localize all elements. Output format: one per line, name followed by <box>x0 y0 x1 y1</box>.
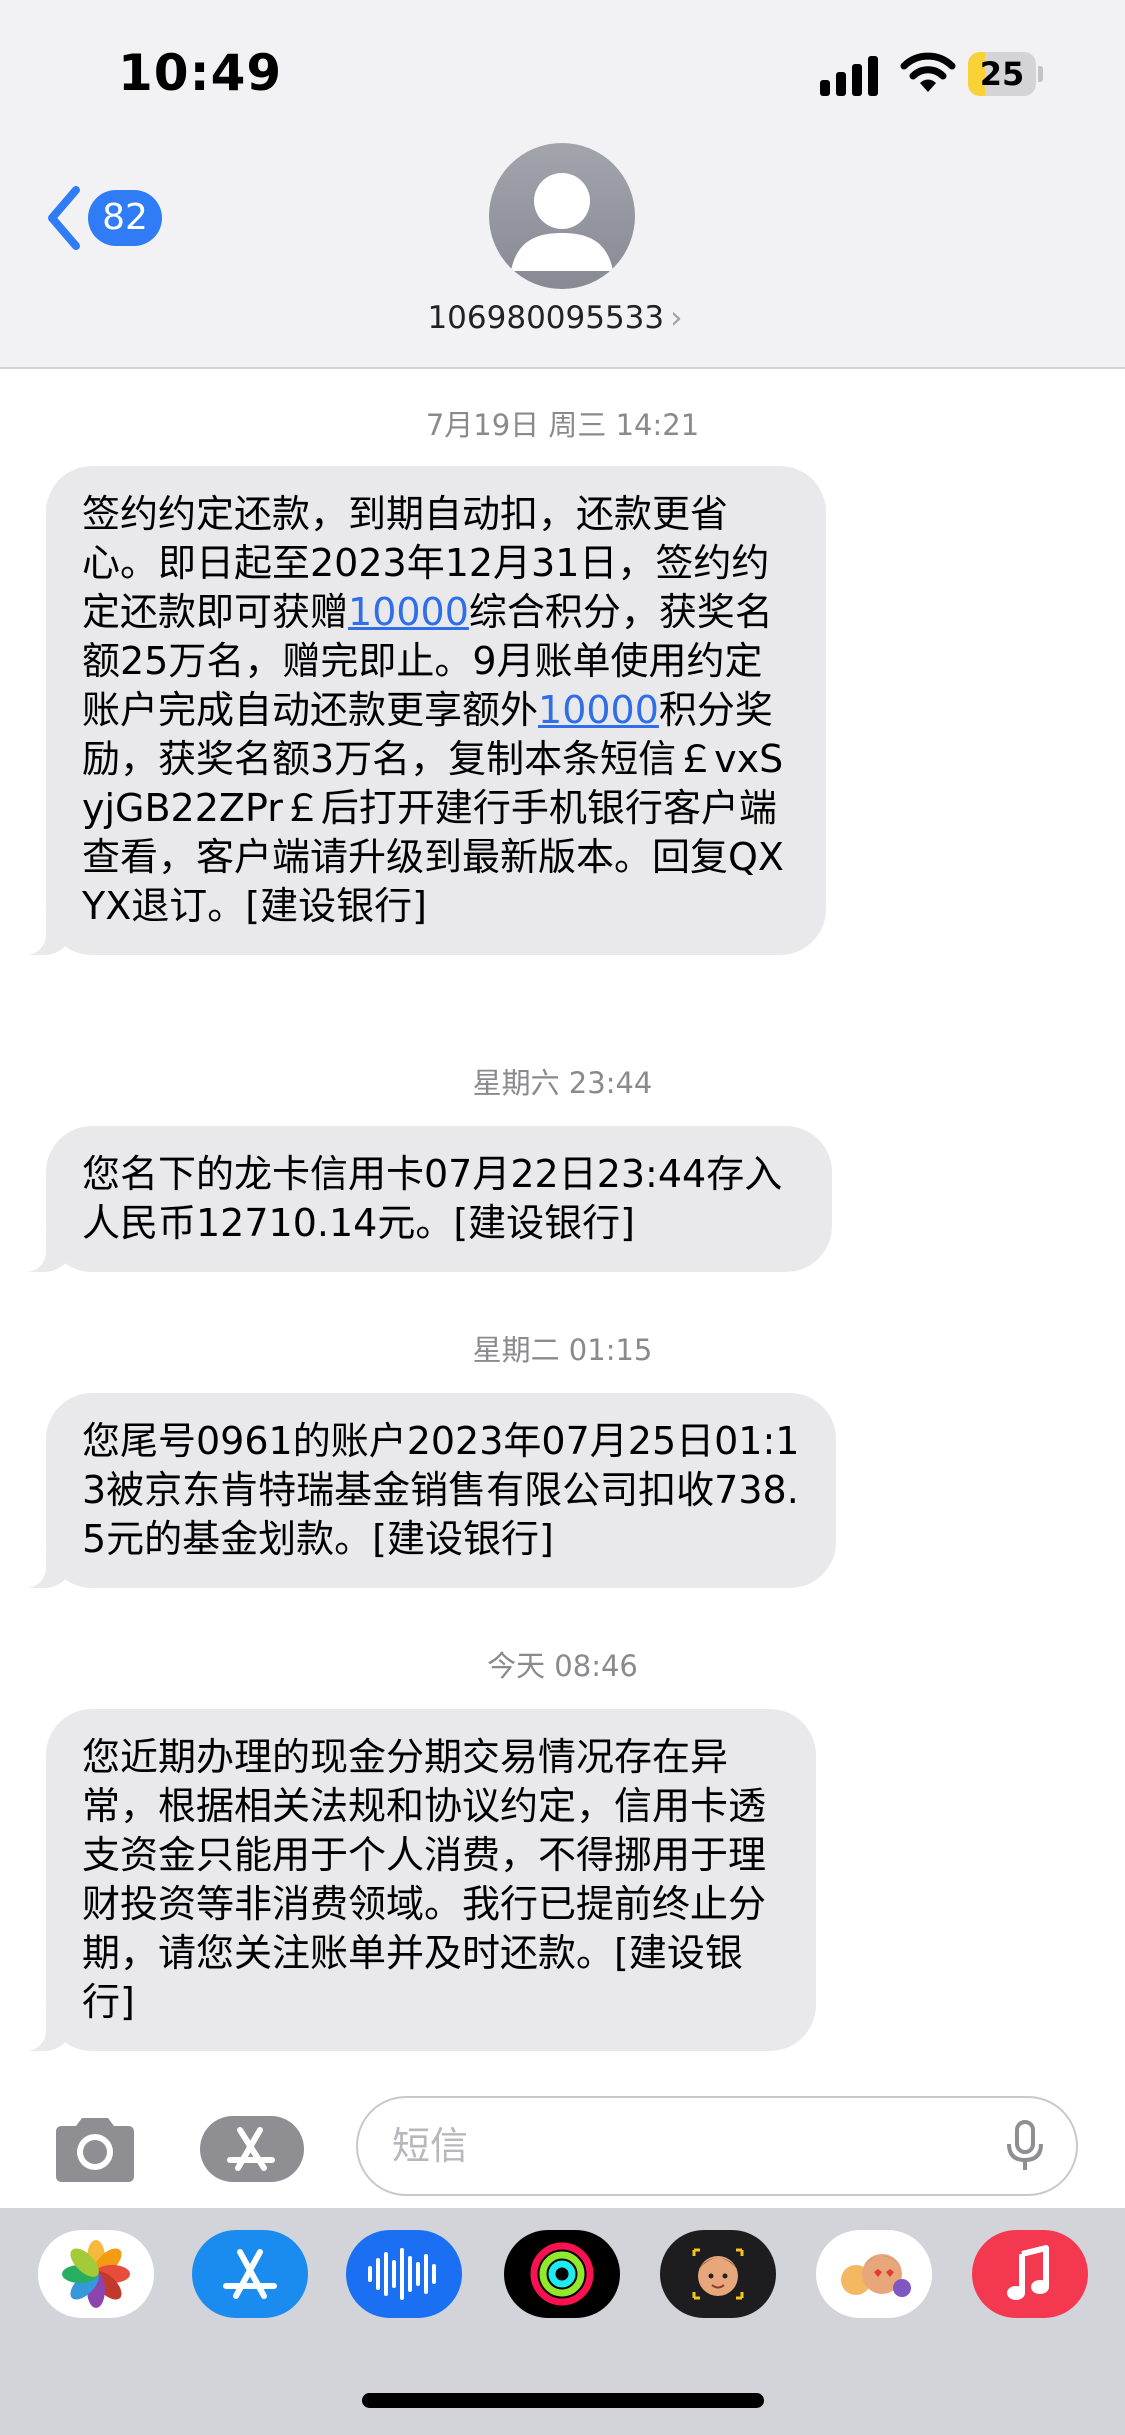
sticker-faces-icon <box>841 2254 911 2297</box>
message-bubble[interactable]: 签约约定还款，到期自动扣，还款更省心。即日起至2023年12月31日，签约约定还… <box>6 466 826 955</box>
home-indicator[interactable] <box>362 2393 764 2408</box>
music-note-icon <box>1007 2245 1049 2300</box>
memoji-stickers-app-icon[interactable] <box>816 2230 932 2318</box>
app-store-icon <box>223 2249 277 2299</box>
contact-name-button[interactable]: 106980095533 › <box>0 300 1110 336</box>
app-store-app-icon[interactable] <box>192 2230 308 2318</box>
memoji-app-icon[interactable] <box>660 2230 776 2318</box>
message-text: 您尾号0961的账户2023年07月25日01:13被京东肯特瑞基金销售有限公司… <box>82 1419 800 1561</box>
photos-app-icon[interactable] <box>38 2230 154 2318</box>
fitness-app-icon[interactable] <box>504 2230 620 2318</box>
contact-avatar[interactable] <box>489 143 635 289</box>
music-app-icon[interactable] <box>972 2230 1088 2318</box>
audio-messages-app-icon[interactable] <box>346 2230 462 2318</box>
apps-button[interactable] <box>200 2116 304 2182</box>
contact-number: 106980095533 <box>427 300 665 336</box>
activity-rings-icon <box>530 2242 594 2306</box>
photos-icon <box>62 2240 130 2308</box>
microphone-icon[interactable] <box>1005 2120 1045 2172</box>
message-bubble[interactable]: 您近期办理的现金分期交易情况存在异常，根据相关法规和协议约定，信用卡透支资金只能… <box>6 1709 816 2051</box>
conversation-header: 10:49 25 82 106980095533 › <box>0 0 1125 369</box>
message-timestamp: 星期二 01:15 <box>472 1333 653 1367</box>
points-link[interactable]: 10000 <box>348 590 469 634</box>
message-bubble[interactable]: 您尾号0961的账户2023年07月25日01:13被京东肯特瑞基金销售有限公司… <box>6 1393 836 1588</box>
camera-icon[interactable] <box>50 2112 140 2186</box>
person-icon <box>511 173 613 271</box>
chevron-left-icon <box>48 186 80 250</box>
status-time: 10:49 <box>118 44 283 102</box>
app-store-icon <box>227 2127 275 2171</box>
message-text: 您近期办理的现金分期交易情况存在异常，根据相关法规和协议约定，信用卡透支资金只能… <box>82 1735 767 2024</box>
points-link[interactable]: 10000 <box>538 688 659 732</box>
message-timestamp: 7月19日 周三 14:21 <box>425 408 700 442</box>
message-timestamp: 今天 08:46 <box>487 1649 638 1683</box>
memoji-face-icon <box>692 2248 744 2300</box>
unread-count-badge: 82 <box>88 190 162 246</box>
battery-percentage: 25 <box>979 55 1025 93</box>
message-bubble[interactable]: 您名下的龙卡信用卡07月22日23:44存入人民币12710.14元。[建设银行… <box>6 1126 832 1272</box>
message-input[interactable] <box>356 2096 1078 2196</box>
wifi-icon <box>900 52 956 92</box>
battery-icon: 25 <box>968 52 1044 96</box>
chevron-right-icon: › <box>670 300 683 336</box>
cellular-signal-icon <box>820 56 882 96</box>
message-timestamp: 星期六 23:44 <box>472 1066 653 1100</box>
back-button[interactable]: 82 <box>44 178 174 258</box>
message-text: 您名下的龙卡信用卡07月22日23:44存入人民币12710.14元。[建设银行… <box>82 1152 783 1245</box>
waveform-icon <box>368 2248 436 2300</box>
